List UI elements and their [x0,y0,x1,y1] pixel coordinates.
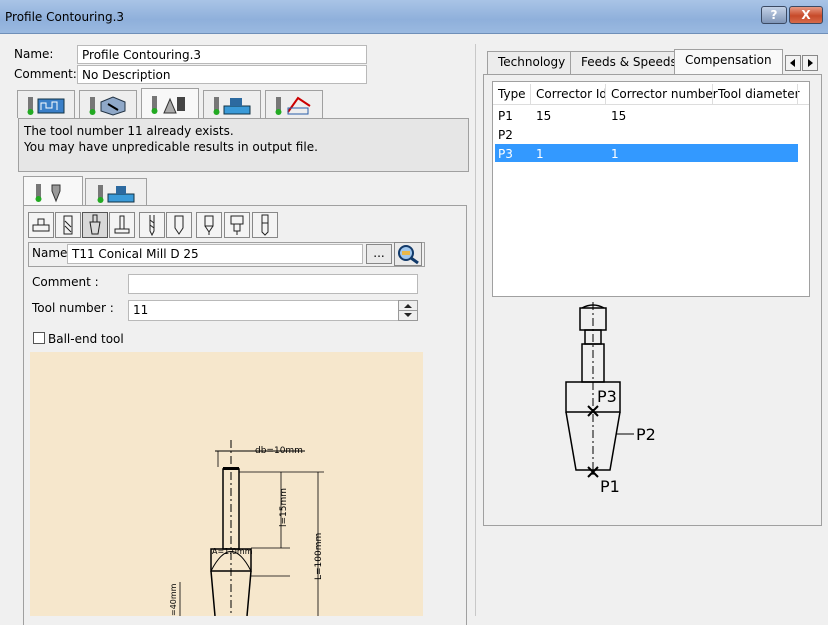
tool-number-spinner[interactable] [398,300,418,321]
conical-mill-drawing: db=10mm l=15mm L=100mm A=1.0mm =40mm [169,440,324,617]
counterbore-icon [230,215,244,235]
spot-drill-icon [174,215,184,235]
p1-label: P1 [600,477,620,496]
ball-end-label: Ball-end tool [48,332,124,346]
row-corrector-number: 1 [611,147,619,161]
tool-type-spot-drill[interactable] [166,212,192,238]
help-button[interactable]: ? [761,6,787,24]
comment-label: Comment: [14,67,77,81]
compensation-diagram: P3 P2 P1 [565,302,656,496]
geometry-icon [89,96,126,116]
p2-label: P2 [636,425,656,444]
tab-technology[interactable]: Technology [487,51,577,74]
spinner-arrows-icon [399,304,417,317]
name-field[interactable]: Profile Contouring.3 [77,45,367,64]
tool-type-end-mill[interactable] [55,212,81,238]
comment-field[interactable]: No Description [77,65,367,84]
tab-strategy[interactable] [17,90,75,118]
end-mill-icon [63,215,73,235]
tool-geometry-icon [35,184,61,203]
tab-feeds[interactable] [203,90,261,118]
d-dimension-label: =40mm [169,583,178,616]
tool-name-field[interactable]: T11 Conical Mill D 25 [67,244,363,264]
tool-comment-field[interactable] [128,274,418,294]
splitter[interactable] [475,44,476,616]
tab-geometry[interactable] [79,90,137,118]
row-type: P3 [498,147,513,161]
tool-type-drill[interactable] [139,212,165,238]
L-dimension-label: L=100mm [314,533,324,580]
tool-number-label: Tool number : [32,301,114,315]
conical-mill-icon [89,214,101,235]
tool-name-label: Name [32,246,68,260]
strategy-icon [27,97,65,115]
warning-line-2: You may have unpredicable results in out… [24,140,318,154]
tool-type-t-slotter[interactable] [109,212,135,238]
db-dimension-label: db=10mm [255,446,303,456]
tool-type-face-mill[interactable] [28,212,54,238]
macro-icon [275,96,311,115]
arrow-right-icon [808,59,813,67]
row-corrector-id: 15 [536,109,552,123]
row-type: P1 [498,109,513,123]
tab-scroll-left[interactable] [785,55,801,71]
window-title: Profile Contouring.3 [5,10,125,24]
tool-icon [151,96,185,114]
browse-button[interactable]: ... [366,244,392,264]
col-corrector-number[interactable]: Corrector number [611,87,718,107]
warning-line-1: The tool number 11 already exists. [24,124,234,138]
tab-scroll-right[interactable] [802,55,818,71]
tool-drawing: db=10mm l=15mm L=100mm A=1.0mm =40mm [30,352,423,617]
search-icon [398,245,419,265]
name-label: Name: [14,47,54,61]
a-dimension-label: A=1.0mm [212,547,253,556]
row-type: P2 [498,128,513,142]
tool-comment-label: Comment : [32,275,99,289]
tab-tool[interactable] [141,88,199,118]
warning-panel: The tool number 11 already exists. You m… [18,118,469,172]
tool-type-countersink[interactable] [196,212,222,238]
tab-feeds-speeds[interactable]: Feeds & Speeds [570,51,688,74]
tool-number-field[interactable]: 11 [128,300,399,321]
col-corrector-id[interactable]: Corrector Id [536,87,607,107]
arrow-left-icon [790,59,795,67]
close-button[interactable]: X [789,6,823,24]
reamer-icon [261,214,269,236]
tab-compensation[interactable]: Compensation [674,49,783,75]
col-type[interactable]: Type [498,87,526,107]
title-bar: Profile Contouring.3 ? X [0,0,828,34]
p3-label: P3 [597,387,617,406]
l-dimension-label: l=15mm [279,488,289,527]
row-corrector-number: 15 [611,109,627,123]
row-corrector-id: 1 [536,147,544,161]
tool-type-counterbore[interactable] [224,212,250,238]
tool-type-conical-mill[interactable] [82,212,108,238]
tab-macros[interactable] [265,90,323,118]
machine-icon [213,97,251,115]
countersink-icon [204,215,214,235]
ball-end-checkbox[interactable] [33,332,45,344]
tab-tool-assembly[interactable] [85,178,147,206]
search-tool-button[interactable] [394,242,422,266]
t-slotter-icon [114,215,130,234]
tool-assembly-icon [97,185,135,203]
tab-tool-geometry[interactable] [23,176,83,206]
col-tool-diameter[interactable]: Tool diameter [718,87,800,107]
face-mill-icon [32,218,50,232]
drill-icon [149,215,155,237]
tool-type-reamer[interactable] [252,212,278,238]
